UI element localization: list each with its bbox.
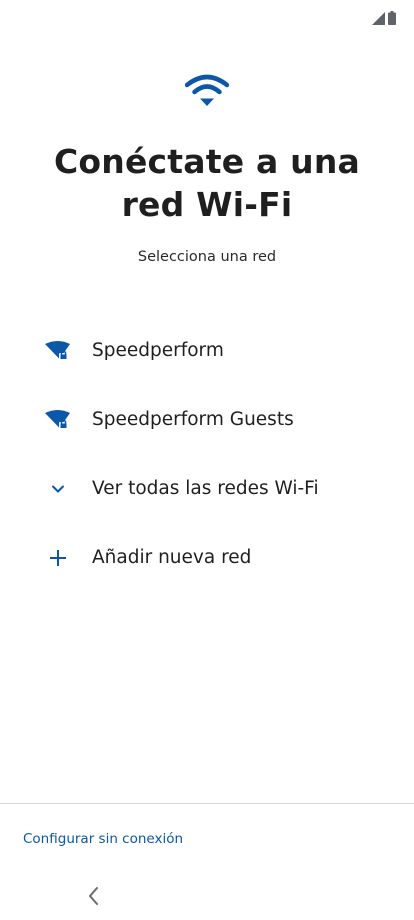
page-title-line2: red Wi-Fi — [121, 185, 293, 224]
status-icons — [372, 11, 396, 25]
network-label: Speedperform Guests — [92, 409, 294, 430]
network-item-speedperform-guests[interactable]: Speedperform Guests — [0, 385, 414, 454]
add-network-label: Añadir nueva red — [92, 547, 252, 568]
network-list: Speedperform Speedperform Guests Ver tod… — [0, 316, 414, 592]
footer-divider — [0, 803, 414, 804]
plus-icon — [44, 546, 72, 570]
wifi-lock-icon — [44, 339, 72, 363]
show-all-networks-label: Ver todas las redes Wi-Fi — [92, 478, 319, 499]
status-bar — [0, 0, 414, 36]
wifi-icon — [185, 74, 229, 106]
network-item-speedperform[interactable]: Speedperform — [0, 316, 414, 385]
page-title-line1: Conéctate a una — [53, 142, 361, 181]
setup-offline-link[interactable]: Configurar sin conexión — [23, 831, 183, 847]
page-title: Conéctate a una red Wi-Fi — [0, 140, 414, 226]
signal-icon — [372, 12, 385, 25]
page-subtitle: Selecciona una red — [137, 249, 277, 265]
chevron-down-icon — [44, 477, 72, 501]
add-network-item[interactable]: Añadir nueva red — [0, 523, 414, 592]
show-all-networks-item[interactable]: Ver todas las redes Wi-Fi — [0, 454, 414, 523]
back-icon[interactable] — [84, 884, 104, 908]
battery-icon — [388, 11, 396, 25]
network-label: Speedperform — [92, 340, 224, 361]
wifi-lock-icon — [44, 408, 72, 432]
